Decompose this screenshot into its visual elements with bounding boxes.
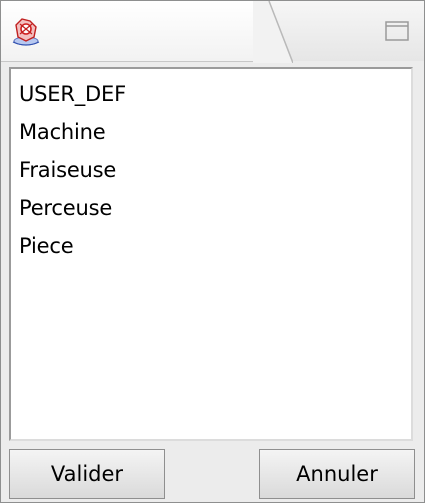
list-item[interactable]: Machine (19, 113, 411, 151)
title-tab-edge (253, 1, 293, 63)
item-list-box[interactable]: USER_DEF Machine Fraiseuse Perceuse Piec… (9, 67, 413, 441)
application-icon[interactable] (11, 15, 41, 47)
title-tab (1, 1, 269, 62)
list-item[interactable]: Piece (19, 227, 411, 265)
validate-button[interactable]: Valider (9, 449, 165, 499)
item-list: USER_DEF Machine Fraiseuse Perceuse Piec… (11, 69, 411, 265)
list-item[interactable]: Fraiseuse (19, 151, 411, 189)
cancel-button[interactable]: Annuler (259, 449, 415, 499)
dialog-window: USER_DEF Machine Fraiseuse Perceuse Piec… (0, 0, 425, 503)
maximize-icon[interactable] (385, 21, 409, 41)
list-item[interactable]: Perceuse (19, 189, 411, 227)
list-item[interactable]: USER_DEF (19, 75, 411, 113)
title-bar[interactable] (1, 1, 424, 63)
